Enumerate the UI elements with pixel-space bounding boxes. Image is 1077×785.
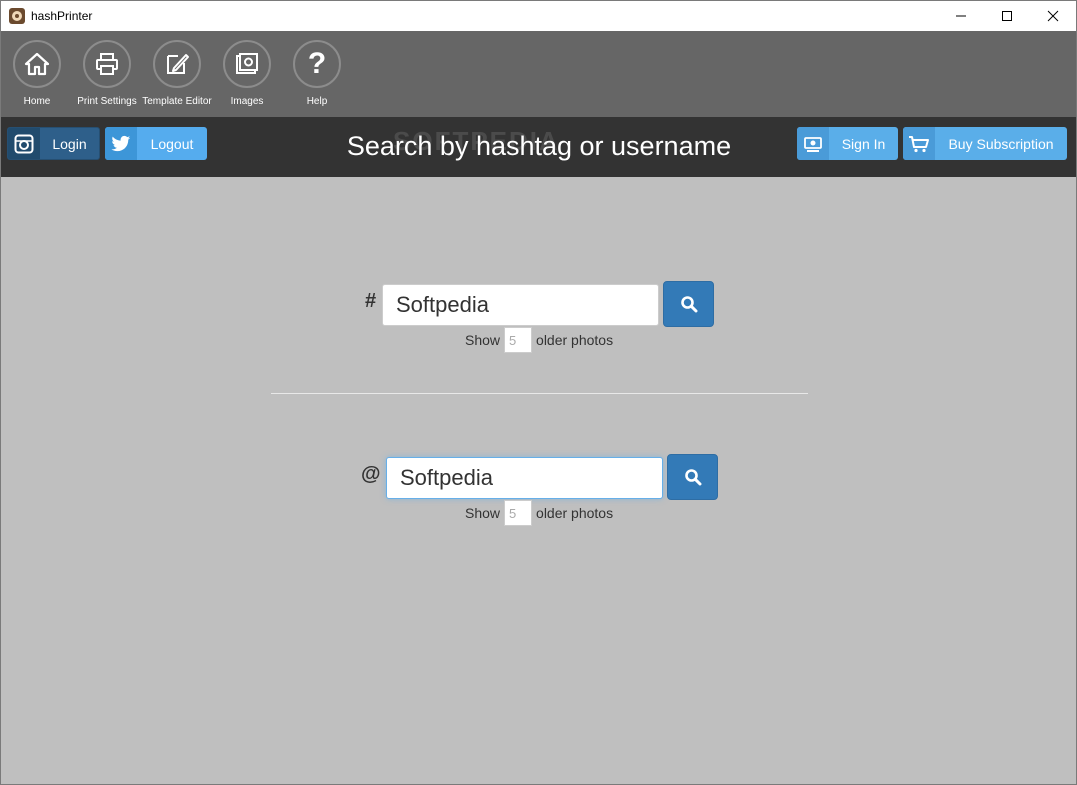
toolbar-home-label: Home	[23, 96, 51, 107]
login-label: Login	[52, 135, 87, 152]
search-icon	[680, 296, 697, 313]
close-button[interactable]	[1030, 1, 1076, 31]
twitter-icon	[105, 127, 137, 160]
main-toolbar: Home Print Settings Template Editor Imag…	[1, 31, 1076, 117]
sign-in-button[interactable]: Sign In	[797, 127, 898, 160]
instagram-icon	[8, 128, 40, 159]
maximize-icon	[1002, 11, 1012, 21]
minimize-icon	[956, 15, 966, 17]
username-older-photos: Show older photos	[465, 500, 613, 526]
older-photos-label: older photos	[536, 332, 614, 348]
toolbar-images-button[interactable]: Images	[210, 40, 284, 107]
account-icon	[797, 127, 829, 160]
username-older-count-input[interactable]	[504, 500, 533, 526]
search-icon	[684, 469, 701, 486]
section-divider	[271, 393, 808, 394]
app-logo-icon	[9, 8, 25, 24]
template-edit-icon	[153, 40, 201, 88]
printer-icon	[83, 40, 131, 88]
toolbar-print-settings-button[interactable]: Print Settings	[70, 40, 144, 107]
help-icon: ?	[293, 40, 341, 88]
show-label: Show	[465, 505, 501, 521]
sign-in-label: Sign In	[841, 135, 886, 152]
close-icon	[1047, 10, 1059, 22]
hashtag-search-button[interactable]	[663, 281, 714, 327]
username-prefix: @	[361, 463, 381, 485]
toolbar-help-label: Help	[306, 96, 328, 107]
older-photos-label: older photos	[536, 505, 614, 521]
show-label: Show	[465, 332, 501, 348]
cart-icon	[903, 127, 935, 160]
buy-subscription-label: Buy Subscription	[948, 135, 1054, 152]
twitter-logout-button[interactable]: Logout	[105, 127, 207, 160]
softpedia-watermark: SOFTPEDIA	[393, 126, 560, 156]
toolbar-print-settings-label: Print Settings	[77, 96, 137, 107]
hashtag-older-count-input[interactable]	[504, 327, 533, 353]
toolbar-help-button[interactable]: ? Help	[280, 40, 354, 107]
images-icon	[223, 40, 271, 88]
minimize-button[interactable]	[938, 1, 984, 31]
instagram-login-button[interactable]: Login	[7, 127, 100, 160]
toolbar-template-editor-button[interactable]: Template Editor	[140, 40, 214, 107]
username-search-button[interactable]	[667, 454, 718, 500]
home-icon	[13, 40, 61, 88]
app-window: hashPrinter Home Print Settings Template…	[0, 0, 1077, 785]
toolbar-images-label: Images	[230, 96, 264, 107]
maximize-button[interactable]	[984, 1, 1030, 31]
hashtag-search-input[interactable]	[382, 284, 659, 326]
logout-label: Logout	[150, 135, 194, 152]
window-title: hashPrinter	[31, 9, 93, 23]
hashtag-prefix: #	[365, 290, 377, 312]
hashtag-older-photos: Show older photos	[465, 327, 613, 353]
title-bar: hashPrinter	[1, 1, 1076, 31]
buy-subscription-button[interactable]: Buy Subscription	[903, 127, 1067, 160]
toolbar-home-button[interactable]: Home	[1, 40, 74, 107]
toolbar-template-editor-label: Template Editor	[142, 96, 212, 107]
username-search-input[interactable]	[386, 457, 663, 499]
